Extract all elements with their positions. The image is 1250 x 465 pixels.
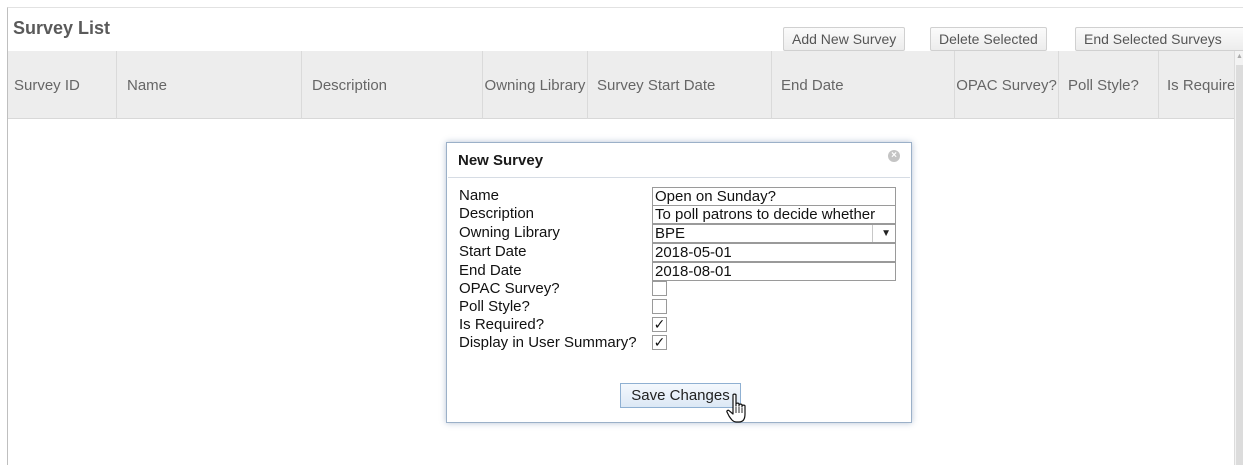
owning-library-value: BPE: [655, 225, 686, 242]
dialog-title: New Survey: [458, 152, 544, 169]
start-date-label: Start Date: [459, 243, 527, 260]
column-is-required[interactable]: Is Required: [1158, 51, 1234, 119]
chevron-down-icon[interactable]: ▼: [881, 225, 891, 242]
name-label: Name: [459, 187, 500, 204]
scroll-thumb[interactable]: [1236, 65, 1243, 465]
dialog-divider: [448, 177, 910, 178]
display-in-summary-label: Display in User Summary?: [459, 334, 637, 351]
scroll-up-arrow-icon[interactable]: ▲: [1236, 53, 1243, 60]
opac-survey-label: OPAC Survey?: [459, 280, 560, 297]
display-in-summary-checkbox[interactable]: ✓: [652, 335, 667, 350]
grid-header: Survey ID Name Description Owning Librar…: [8, 51, 1234, 119]
owning-library-select[interactable]: BPE ▼: [652, 224, 896, 243]
end-date-label: End Date: [459, 262, 522, 279]
owning-library-label: Owning Library: [459, 224, 560, 241]
column-end-date[interactable]: End Date: [771, 51, 954, 119]
start-date-field[interactable]: 2018-05-01: [652, 243, 896, 262]
poll-style-label: Poll Style?: [459, 298, 530, 315]
description-label: Description: [459, 205, 535, 222]
hand-pointer-cursor-icon: [726, 393, 746, 423]
new-survey-dialog: New Survey × Name Open on Sunday? Descri…: [446, 142, 912, 423]
poll-style-checkbox[interactable]: [652, 299, 667, 314]
delete-selected-button[interactable]: Delete Selected: [930, 27, 1047, 51]
page-title: Survey List: [13, 18, 111, 38]
column-survey-start-date[interactable]: Survey Start Date: [587, 51, 771, 119]
column-survey-id[interactable]: Survey ID: [8, 51, 116, 119]
end-selected-surveys-button[interactable]: End Selected Surveys: [1075, 27, 1243, 51]
column-name[interactable]: Name: [116, 51, 301, 119]
add-new-survey-button[interactable]: Add New Survey: [783, 27, 906, 51]
column-description[interactable]: Description: [301, 51, 482, 119]
opac-survey-checkbox[interactable]: [652, 281, 667, 296]
column-poll-style[interactable]: Poll Style?: [1058, 51, 1158, 119]
end-date-field[interactable]: 2018-08-01: [652, 262, 896, 281]
is-required-label: Is Required?: [459, 316, 545, 333]
is-required-checkbox[interactable]: ✓: [652, 317, 667, 332]
save-changes-button[interactable]: Save Changes: [620, 383, 741, 408]
name-field[interactable]: Open on Sunday?: [652, 187, 896, 206]
column-owning-library[interactable]: Owning Library: [482, 51, 587, 119]
close-icon[interactable]: ×: [888, 150, 900, 162]
description-field[interactable]: To poll patrons to decide whether: [652, 205, 896, 224]
column-opac-survey[interactable]: OPAC Survey?: [954, 51, 1058, 119]
select-divider: [872, 225, 873, 242]
vertical-scrollbar[interactable]: ▲: [1234, 51, 1243, 465]
